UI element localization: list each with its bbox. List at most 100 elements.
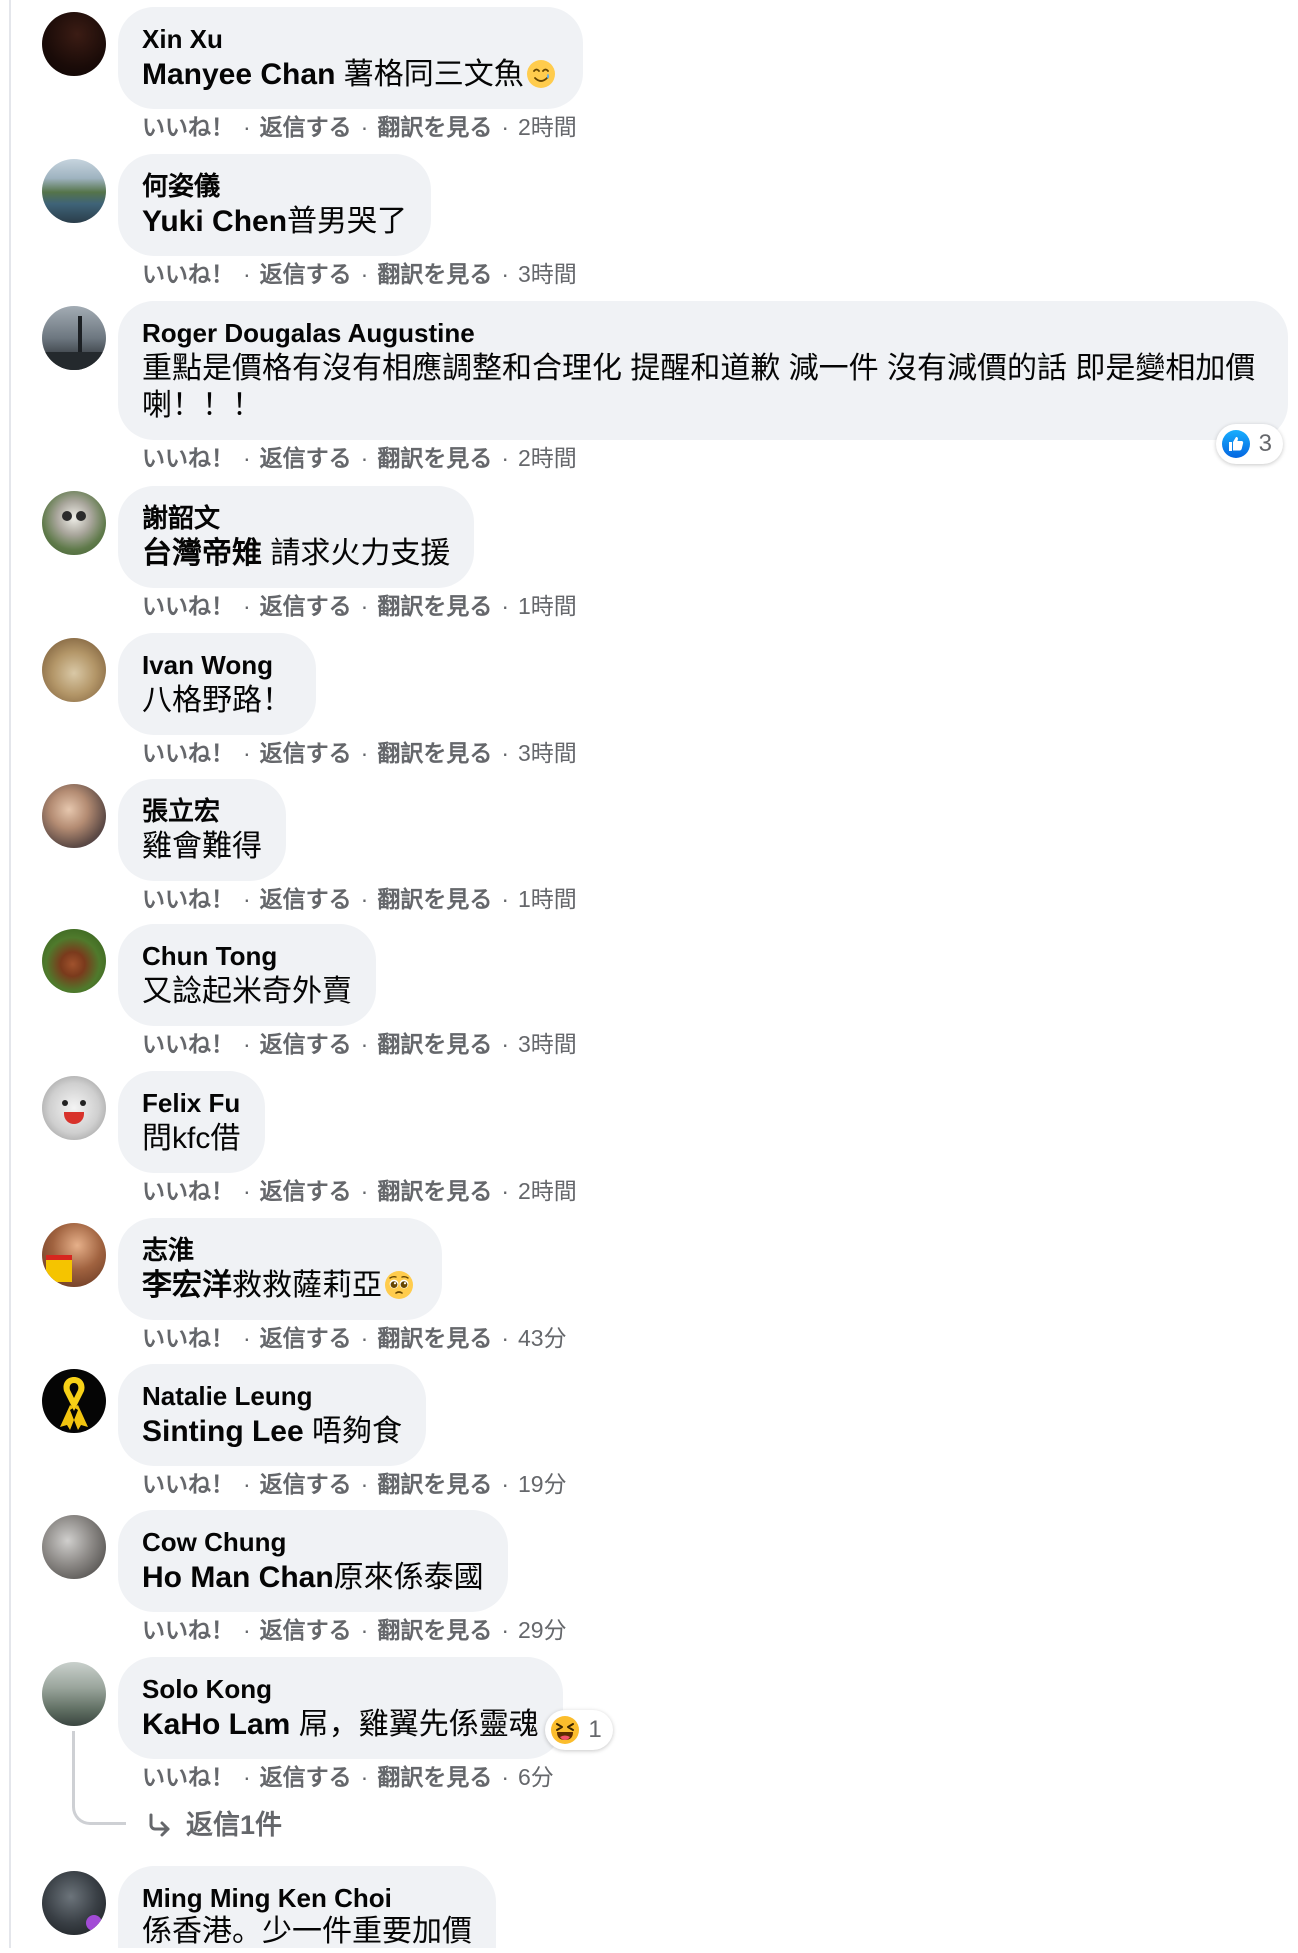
comment: Natalie Leung Sinting Lee 唔夠食 いいね！ · 返信する ·… — [0, 1364, 1298, 1498]
comment-author[interactable]: 謝韶文 — [142, 501, 450, 535]
comment: Chun Tong 又諗起米奇外賣 いいね！ · 返信する · 翻訳を見る · 3時間 — [0, 924, 1298, 1058]
like-link[interactable]: いいね！ — [142, 1617, 234, 1643]
avatar[interactable] — [42, 929, 106, 993]
avatar[interactable] — [42, 12, 106, 76]
comment-author[interactable]: Chun Tong — [142, 939, 352, 973]
comment: Xin Xu Manyee Chan 薯格同三文魚 いいね！ · 返信する · 翻訳を見… — [0, 7, 1298, 141]
avatar[interactable] — [42, 159, 106, 223]
see-translation-link[interactable]: 翻訳を見る — [377, 1031, 492, 1057]
comment-timestamp[interactable]: 3時間 — [518, 1031, 577, 1057]
avatar[interactable] — [42, 784, 106, 848]
like-link[interactable]: いいね！ — [142, 1471, 234, 1497]
see-translation-link[interactable]: 翻訳を見る — [377, 740, 492, 766]
like-link[interactable]: いいね！ — [142, 445, 234, 471]
comment-timestamp[interactable]: 2時間 — [518, 445, 577, 471]
reply-link[interactable]: 返信する — [260, 1617, 352, 1643]
comment-timestamp[interactable]: 43分 — [518, 1325, 567, 1351]
comment-timestamp[interactable]: 19分 — [518, 1471, 567, 1497]
comment-author[interactable]: Solo Kong — [142, 1672, 539, 1706]
separator: · — [501, 1325, 510, 1351]
smiling-face-with-tear-icon — [526, 59, 556, 89]
like-link[interactable]: いいね！ — [142, 261, 234, 287]
comment-timestamp[interactable]: 3時間 — [518, 740, 577, 766]
reply-link[interactable]: 返信する — [260, 1471, 352, 1497]
like-link[interactable]: いいね！ — [142, 740, 234, 766]
reaction-summary[interactable]: 3 — [1215, 424, 1283, 464]
tagged-name[interactable]: 台灣帝雉 — [142, 537, 262, 570]
reply-link[interactable]: 返信する — [260, 1031, 352, 1057]
reply-link[interactable]: 返信する — [260, 445, 352, 471]
see-translation-link[interactable]: 翻訳を見る — [377, 1764, 492, 1790]
avatar[interactable] — [42, 1223, 106, 1287]
like-link[interactable]: いいね！ — [142, 1325, 234, 1351]
comment-author[interactable]: 何姿儀 — [142, 169, 407, 203]
see-translation-link[interactable]: 翻訳を見る — [377, 1471, 492, 1497]
comment-bubble: 謝韶文 台灣帝雉 請求火力支援 — [118, 486, 475, 588]
reply-link[interactable]: 返信する — [260, 114, 352, 140]
avatar[interactable] — [42, 1076, 106, 1140]
separator: · — [501, 1178, 510, 1204]
see-translation-link[interactable]: 翻訳を見る — [377, 1617, 492, 1643]
tagged-name[interactable]: Manyee Chan — [142, 58, 335, 91]
comment-author[interactable]: Felix Fu — [142, 1086, 241, 1120]
reply-link[interactable]: 返信する — [260, 740, 352, 766]
avatar[interactable] — [42, 1369, 106, 1433]
avatar[interactable] — [42, 491, 106, 555]
comment-timestamp[interactable]: 3時間 — [518, 261, 577, 287]
see-translation-link[interactable]: 翻訳を見る — [377, 1325, 492, 1351]
comment-timestamp[interactable]: 6分 — [518, 1764, 554, 1790]
comment-timestamp[interactable]: 2時間 — [518, 1178, 577, 1204]
reply-link[interactable]: 返信する — [260, 886, 352, 912]
separator: · — [360, 1764, 369, 1790]
comment-author[interactable]: Roger Dougalas Augustine — [142, 316, 1264, 350]
comment-author[interactable]: Ivan Wong — [142, 648, 292, 682]
tagged-name[interactable]: 李宏洋 — [142, 1269, 232, 1302]
comment-author[interactable]: Natalie Leung — [142, 1379, 402, 1413]
comment-timestamp[interactable]: 29分 — [518, 1617, 567, 1643]
see-translation-link[interactable]: 翻訳を見る — [377, 886, 492, 912]
tagged-name[interactable]: KaHo Lam — [142, 1708, 290, 1741]
comment-text: 又諗起米奇外賣 — [142, 975, 352, 1008]
comment-timestamp[interactable]: 1時間 — [518, 886, 577, 912]
like-link[interactable]: いいね！ — [142, 1764, 234, 1790]
reply-link[interactable]: 返信する — [260, 261, 352, 287]
avatar[interactable] — [42, 1515, 106, 1579]
comment-bubble: Chun Tong 又諗起米奇外賣 — [118, 924, 376, 1026]
comment-author[interactable]: Cow Chung — [142, 1525, 484, 1559]
see-translation-link[interactable]: 翻訳を見る — [377, 114, 492, 140]
like-link[interactable]: いいね！ — [142, 1031, 234, 1057]
see-translation-link[interactable]: 翻訳を見る — [377, 261, 492, 287]
avatar[interactable] — [42, 1662, 106, 1726]
comment-author[interactable]: Ming Ming Ken Choi — [142, 1881, 472, 1915]
separator: · — [243, 593, 251, 619]
comment-author[interactable]: 志淮 — [142, 1233, 418, 1267]
reply-link[interactable]: 返信する — [260, 1764, 352, 1790]
comment-text: Ho Man Chan原來係泰國 — [142, 1559, 484, 1596]
avatar[interactable] — [42, 638, 106, 702]
comment-author[interactable]: 張立宏 — [142, 794, 262, 828]
comment-timestamp[interactable]: 1時間 — [518, 593, 577, 619]
comment-body: 屌，雞翼先係靈魂 — [290, 1708, 539, 1741]
comment-body: 薯格同三文魚 — [335, 58, 524, 91]
reply-link[interactable]: 返信する — [260, 1178, 352, 1204]
avatar[interactable] — [42, 306, 106, 370]
avatar[interactable] — [42, 1871, 106, 1935]
see-translation-link[interactable]: 翻訳を見る — [377, 593, 492, 619]
view-replies-button[interactable]: 返信1件 — [146, 1807, 282, 1843]
separator: · — [360, 1178, 369, 1204]
see-translation-link[interactable]: 翻訳を見る — [377, 445, 492, 471]
comment-timestamp[interactable]: 2時間 — [518, 114, 577, 140]
like-link[interactable]: いいね！ — [142, 1178, 234, 1204]
tagged-name[interactable]: Ho Man Chan — [142, 1561, 334, 1594]
like-link[interactable]: いいね！ — [142, 114, 234, 140]
like-link[interactable]: いいね！ — [142, 886, 234, 912]
reaction-summary[interactable]: 1 — [545, 1710, 613, 1750]
see-translation-link[interactable]: 翻訳を見る — [377, 1178, 492, 1204]
reply-link[interactable]: 返信する — [260, 1325, 352, 1351]
comment-bubble: Felix Fu 問kfc借 — [118, 1071, 265, 1173]
like-link[interactable]: いいね！ — [142, 593, 234, 619]
reply-link[interactable]: 返信する — [260, 593, 352, 619]
tagged-name[interactable]: Sinting Lee — [142, 1415, 304, 1448]
comment-author[interactable]: Xin Xu — [142, 22, 559, 56]
tagged-name[interactable]: Yuki Chen — [142, 205, 287, 238]
